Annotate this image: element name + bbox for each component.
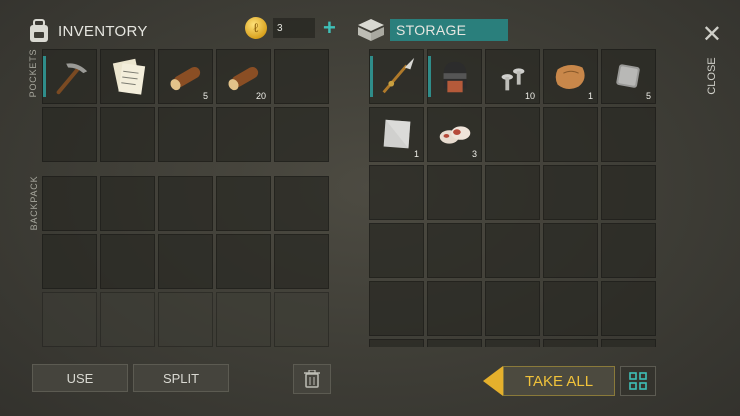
empty-slot[interactable] [485,107,540,162]
currency-display: ℓ 3 + [245,17,336,39]
empty-slot[interactable] [158,292,213,347]
inventory-header: INVENTORY [26,18,148,44]
split-button[interactable]: SPLIT [133,364,229,392]
item-count: 1 [587,91,593,101]
raw-meat-icon [439,126,471,144]
close-icon[interactable]: ✕ [702,20,722,49]
item-slot[interactable] [100,49,155,104]
empty-slot[interactable] [485,281,540,336]
empty-slot[interactable] [601,165,656,220]
item-count: 5 [202,91,208,101]
take-all-button[interactable]: TAKE ALL [483,366,615,396]
item-count: 10 [524,91,535,101]
leather-icon [555,65,585,89]
storage-title: STORAGE [390,19,508,41]
take-all-arrow-icon [483,366,503,396]
pockets-grid: 5 20 [42,49,329,162]
grid-view-icon [629,372,647,390]
empty-slot[interactable] [601,107,656,162]
empty-slot[interactable] [543,165,598,220]
empty-slot[interactable] [42,176,97,231]
item-slot[interactable] [369,49,424,104]
inventory-title: INVENTORY [58,22,148,40]
notes-icon [112,58,146,95]
empty-slot[interactable] [369,339,424,347]
svg-text:CLOSE: CLOSE [706,57,718,94]
empty-slot[interactable] [42,107,97,162]
item-slot[interactable]: 1 [543,49,598,104]
item-count: 20 [255,91,266,101]
empty-slot[interactable] [100,292,155,347]
item-slot[interactable]: 5 [601,49,656,104]
empty-slot[interactable] [601,281,656,336]
empty-slot[interactable] [543,281,598,336]
item-count: 5 [645,91,651,101]
empty-slot[interactable] [158,107,213,162]
empty-slot[interactable] [274,107,329,162]
helmet-icon [443,61,467,93]
empty-slot[interactable] [274,176,329,231]
trash-icon [304,370,320,388]
storage-grid: 10 1 5 1 3 [369,49,656,347]
metal-sheet-icon [383,119,411,149]
log-icon [170,66,201,91]
currency-amount: 3 [273,18,315,38]
empty-slot[interactable] [427,223,482,278]
storage-header: STORAGE [356,17,508,43]
empty-slot[interactable] [485,223,540,278]
empty-slot[interactable] [427,339,482,347]
empty-slot[interactable] [543,107,598,162]
empty-slot[interactable] [216,107,271,162]
empty-slot[interactable] [485,339,540,347]
item-slot[interactable] [427,49,482,104]
empty-slot[interactable] [427,281,482,336]
empty-slot[interactable] [369,165,424,220]
empty-slot[interactable] [216,234,271,289]
empty-slot[interactable] [543,223,598,278]
item-slot[interactable]: 10 [485,49,540,104]
backpack-icon [30,19,48,42]
item-slot[interactable]: 1 [369,107,424,162]
empty-slot[interactable] [601,339,656,347]
pockets-label: POCKETS [28,48,38,98]
empty-slot[interactable] [274,234,329,289]
use-button[interactable]: USE [32,364,128,392]
spear-icon [382,57,415,94]
empty-slot[interactable] [274,292,329,347]
add-currency-button[interactable]: + [323,17,336,39]
metal-plate-icon [616,64,640,88]
empty-slot[interactable] [601,223,656,278]
backpack-grid [42,176,329,347]
pickaxe-icon [56,63,88,95]
empty-slot[interactable] [369,281,424,336]
take-all-label: TAKE ALL [503,366,615,396]
empty-slot[interactable] [274,49,329,104]
empty-slot[interactable] [100,234,155,289]
backpack-label: BACKPACK [29,175,39,231]
empty-slot[interactable] [216,292,271,347]
grid-view-toggle[interactable] [620,366,656,396]
empty-slot[interactable] [158,234,213,289]
item-slot[interactable]: 3 [427,107,482,162]
empty-slot[interactable] [100,107,155,162]
close-button[interactable]: CLOSE [688,56,736,96]
item-slot[interactable]: 5 [158,49,213,104]
empty-slot[interactable] [369,223,424,278]
coin-icon: ℓ [245,17,267,39]
empty-slot[interactable] [216,176,271,231]
item-slot[interactable]: 20 [216,49,271,104]
empty-slot[interactable] [427,165,482,220]
item-slot[interactable] [42,49,97,104]
empty-slot[interactable] [543,339,598,347]
empty-slot[interactable] [485,165,540,220]
empty-slot[interactable] [100,176,155,231]
trash-button[interactable] [293,364,331,394]
empty-slot[interactable] [158,176,213,231]
empty-slot[interactable] [42,292,97,347]
storage-crate-icon [358,19,384,41]
empty-slot[interactable] [42,234,97,289]
item-count: 1 [413,149,419,159]
item-count: 3 [471,149,477,159]
